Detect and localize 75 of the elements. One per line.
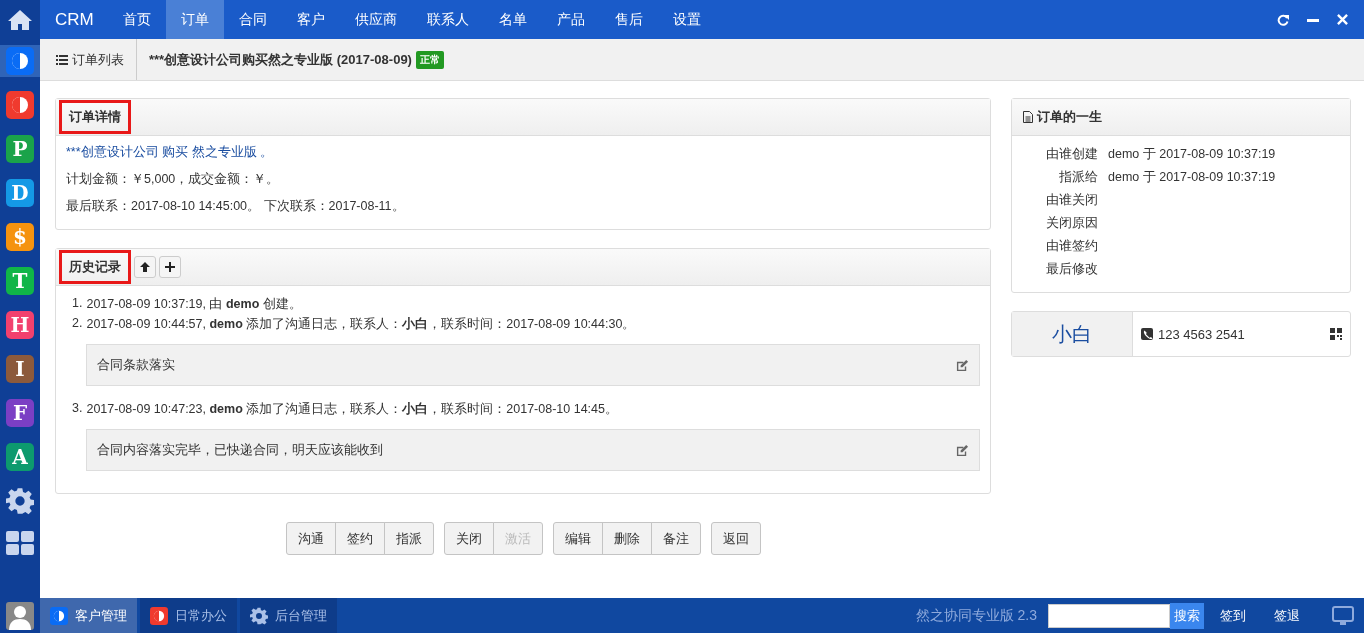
panel-heading: 订单的一生 [1015,108,1102,126]
app-icon[interactable]: P [6,135,34,163]
app-icon[interactable]: D [6,179,34,207]
amounts-text: 计划金额：￥5,000，成交金额：￥。 [66,171,281,188]
up-arrow-icon [140,262,150,272]
avatar-icon[interactable] [6,601,34,630]
field-label: 指派给 [1058,169,1098,186]
field-value: demo 于 2017-08-09 10:37:19 [1108,146,1277,163]
entry-number: 1. [72,296,83,312]
taskbar-link[interactable]: 签到 [1204,598,1258,633]
edit-icon[interactable] [956,443,969,457]
contact-name: 小白 [1012,312,1133,356]
nav-tab[interactable]: 客户 [281,0,340,39]
refresh-icon[interactable] [1277,13,1289,26]
app-brand: CRM [54,8,95,31]
nav-tab[interactable]: 名单 [483,0,542,39]
contact-dates-text: 最后联系：2017-08-10 14:45:00。 下次联系：2017-08-11。 [66,198,406,215]
nav-tab[interactable]: 首页 [107,0,166,39]
entry-number: 2. [72,316,83,332]
app-icon[interactable]: A [6,443,34,471]
app-icon[interactable]: H [6,311,34,339]
field-label: 由谁签约 [1045,238,1098,255]
order-title: ***创意设计公司购买然之专业版 (2017-08-09) [148,50,412,69]
action-button[interactable]: 沟通 [285,522,336,555]
nav-tab[interactable]: 产品 [541,0,600,39]
action-button[interactable]: 编辑 [552,522,603,555]
history-entry: 2017-08-09 10:37:19, 由 demo 创建。 [86,296,302,313]
nav-tab[interactable]: 合同 [223,0,282,39]
nav-tab[interactable]: 售后 [599,0,658,39]
field-label: 由谁关闭 [1045,192,1098,209]
taskbar-link[interactable]: 签退 [1258,598,1312,633]
field-label: 关闭原因 [1045,215,1098,232]
nav-tab[interactable]: 供应商 [339,0,412,39]
search-button[interactable]: 搜索 [1170,602,1204,629]
gear-icon[interactable] [250,606,268,625]
document-icon [1023,111,1033,123]
history-entry: 2017-08-09 10:44:57, demo 添加了沟通日志，联系人：小白，联系时间：2017-08-09 10:44:30。 [86,316,636,333]
phone-icon [1141,328,1153,340]
close-icon[interactable] [1337,14,1348,25]
action-button[interactable]: 签约 [334,522,385,555]
comment-text: 合同内容落实完毕，已快递合同，明天应该能收到 [97,441,383,459]
app-icon[interactable]: F [6,399,34,427]
action-button[interactable]: 关闭 [443,522,494,555]
nav-tab[interactable]: 订单 [165,0,224,39]
nav-tab[interactable]: 联系人 [411,0,484,39]
plus-icon [165,262,175,272]
gear-icon[interactable] [6,487,34,515]
order-list-link[interactable]: 订单列表 [40,39,137,80]
history-entry: 2017-08-09 10:47:23, demo 添加了沟通日志，联系人：小白，联系时间：2017-08-10 14:45。 [86,401,618,418]
comment-text: 合同条款落实 [97,356,175,374]
grid-icon[interactable] [6,531,34,555]
field-value: demo 于 2017-08-09 10:37:19 [1108,169,1277,186]
field-label: 由谁创建 [1045,146,1098,163]
panel-heading: 订单详情 [59,100,131,134]
field-label: 最后修改 [1045,261,1098,278]
action-button[interactable]: 删除 [601,522,652,555]
sort-button[interactable] [134,256,156,278]
qr-code-icon[interactable] [1330,328,1342,340]
add-button[interactable] [159,256,181,278]
search-field[interactable] [1048,603,1170,628]
action-button[interactable]: 指派 [383,522,434,555]
nav-tab[interactable]: 设置 [657,0,716,39]
version-text: 然之协同专业版 2.3 [915,605,1038,625]
home-icon[interactable] [7,8,33,31]
order-summary: ***创意设计公司 购买 然之专业版 。 [66,144,274,161]
action-button[interactable]: 备注 [650,522,701,555]
action-button[interactable]: 返回 [710,522,761,555]
monitor-icon[interactable] [1332,605,1354,626]
phone-number: 123 4563 2541 [1158,326,1245,342]
app-icon[interactable]: I [6,355,34,383]
edit-icon[interactable] [956,358,969,372]
entry-number: 3. [72,401,83,417]
list-icon [56,54,68,65]
panel-heading: 历史记录 [59,250,131,284]
status-badge: 正常 [415,50,444,69]
